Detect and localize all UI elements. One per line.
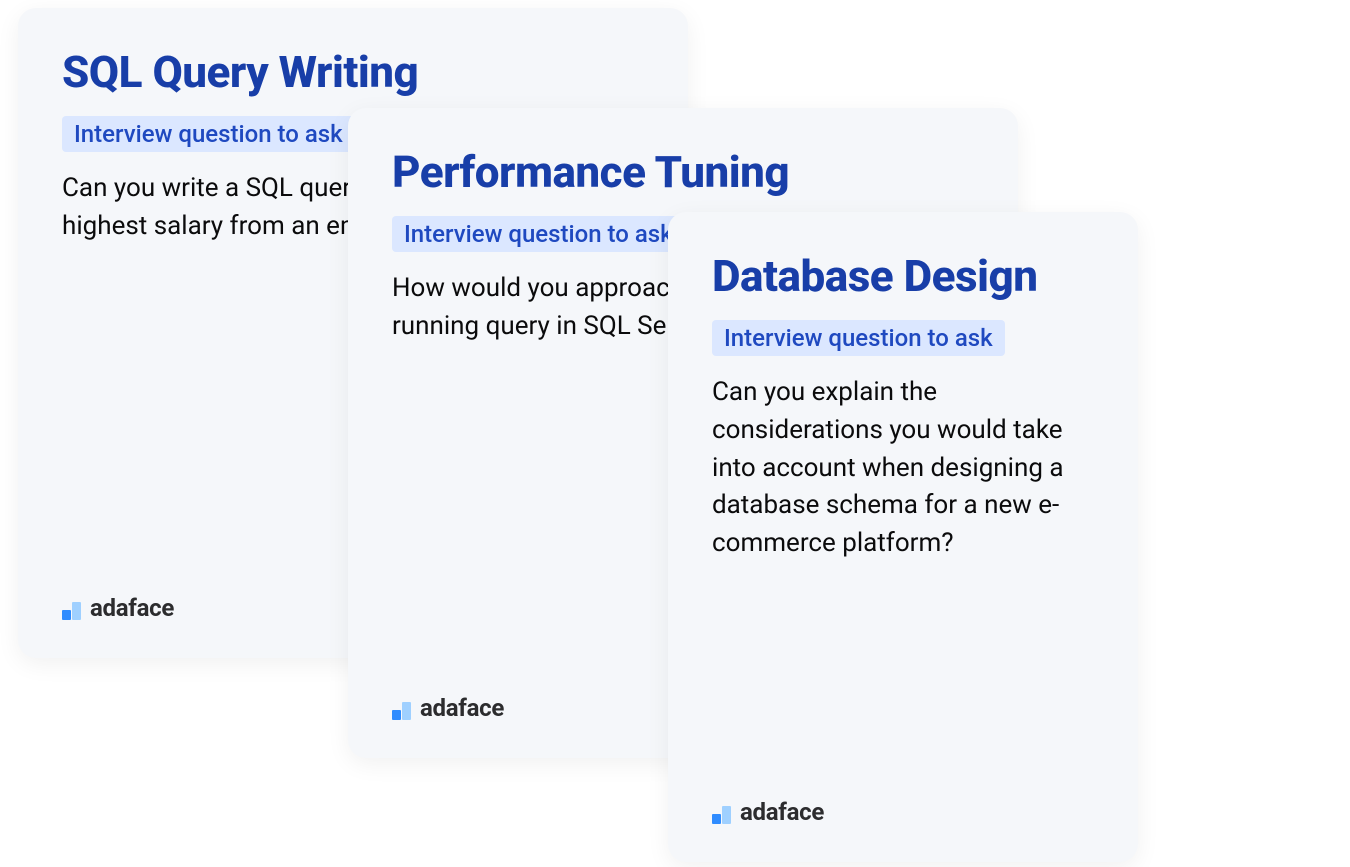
brand-text: adaface	[420, 694, 504, 722]
brand-text: adaface	[740, 798, 824, 826]
brand-logo: adaface	[712, 798, 1094, 826]
card-title: SQL Query Writing	[62, 48, 644, 96]
card-tag: Interview question to ask	[62, 116, 355, 152]
card-tag: Interview question to ask	[392, 216, 685, 252]
adaface-bars-icon	[392, 696, 412, 720]
interview-card-database-design: Database Design Interview question to as…	[668, 212, 1138, 862]
card-title: Database Design	[712, 252, 1094, 300]
card-title: Performance Tuning	[392, 148, 974, 196]
card-stack: SQL Query Writing Interview question to …	[0, 0, 1350, 867]
card-tag: Interview question to ask	[712, 320, 1005, 356]
adaface-bars-icon	[62, 596, 82, 620]
adaface-bars-icon	[712, 800, 732, 824]
brand-text: adaface	[90, 594, 174, 622]
card-question: Can you explain the considerations you w…	[712, 374, 1094, 562]
